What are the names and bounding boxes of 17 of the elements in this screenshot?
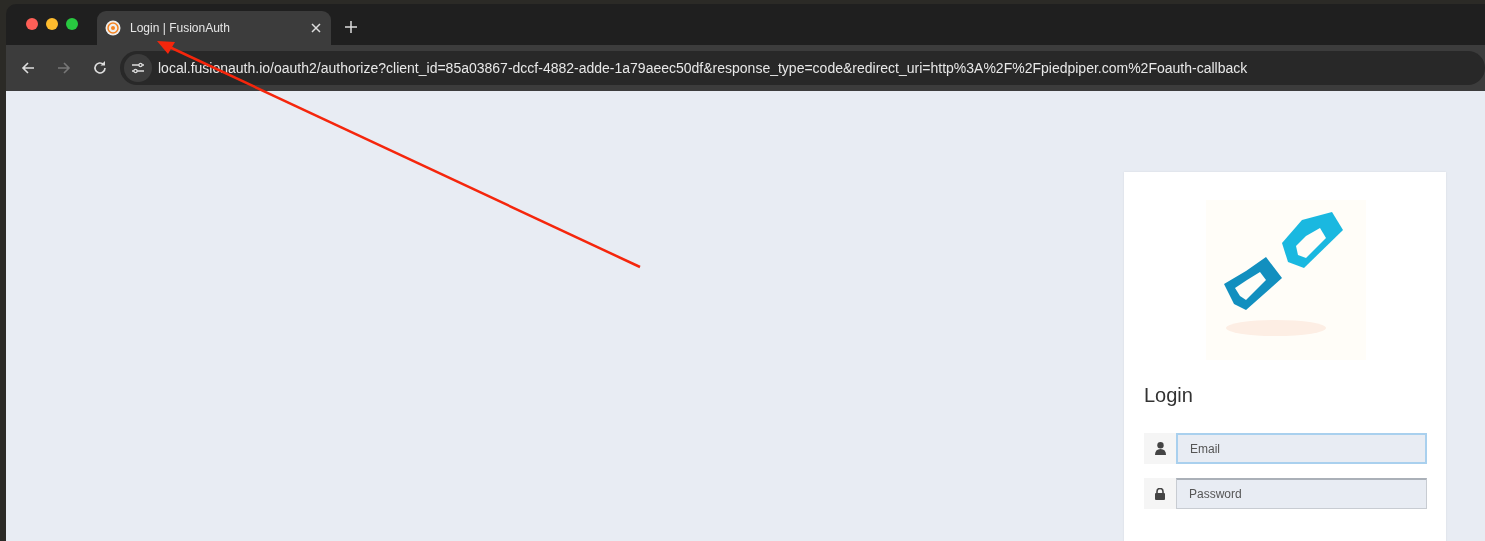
- sliders-icon: [131, 61, 145, 75]
- site-settings-button[interactable]: [124, 54, 152, 82]
- lock-icon: [1155, 487, 1165, 500]
- favicon-icon: [105, 20, 121, 36]
- plus-icon: [345, 21, 357, 33]
- browser-tab[interactable]: Login | FusionAuth: [97, 11, 331, 45]
- reload-button[interactable]: [92, 60, 108, 76]
- zoom-window-button[interactable]: [66, 18, 78, 30]
- user-icon: [1154, 442, 1166, 455]
- close-tab-icon[interactable]: [311, 23, 321, 33]
- back-button[interactable]: [20, 60, 36, 76]
- login-heading: Login: [1144, 384, 1194, 407]
- email-field[interactable]: Email: [1176, 433, 1427, 464]
- close-window-button[interactable]: [26, 18, 38, 30]
- password-field[interactable]: Password: [1176, 478, 1427, 509]
- forward-button[interactable]: [56, 60, 72, 76]
- minimize-window-button[interactable]: [46, 18, 58, 30]
